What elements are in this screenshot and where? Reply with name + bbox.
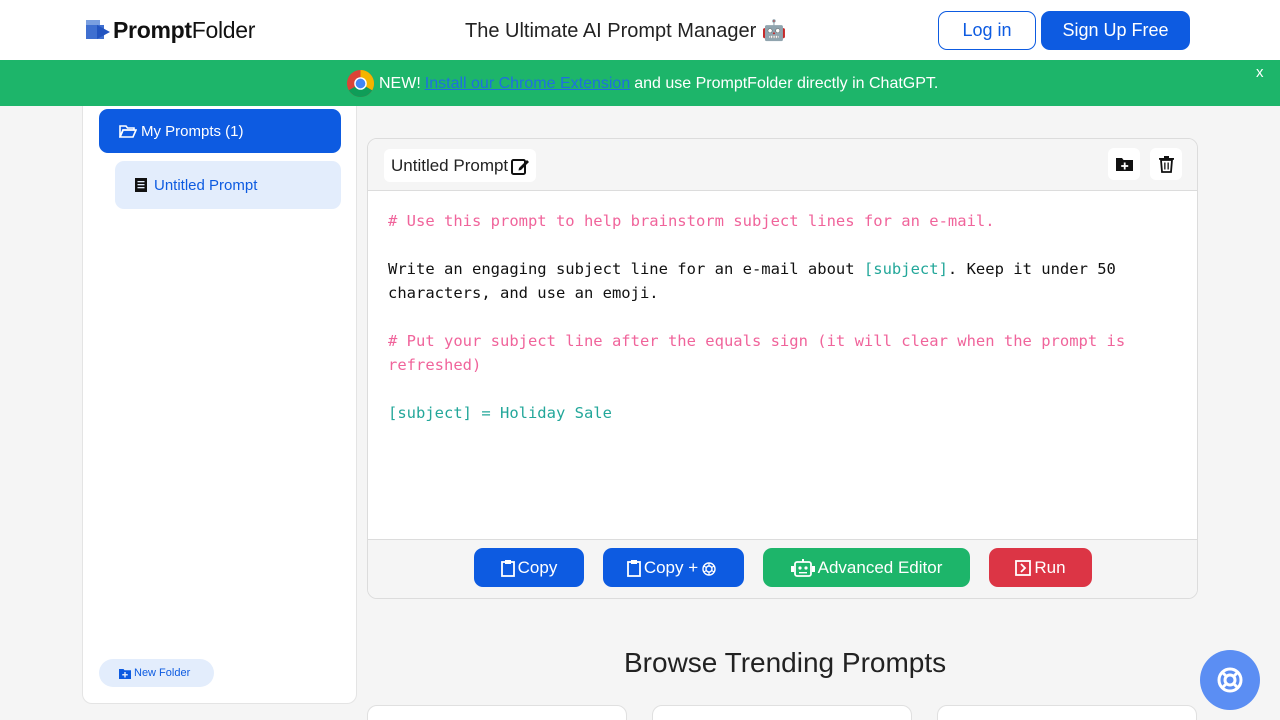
trash-icon — [1158, 156, 1174, 173]
trending-card[interactable] — [652, 705, 912, 720]
prompt-comment: # Put your subject line after the equals… — [388, 332, 1135, 374]
prompt-title-text: Untitled Prompt — [391, 155, 509, 175]
signup-button[interactable]: Sign Up Free — [1041, 11, 1190, 50]
add-to-folder-button[interactable] — [1108, 148, 1140, 180]
lifebuoy-icon — [1217, 667, 1243, 693]
sidebar: My Prompts (1) Untitled Prompt New Folde… — [82, 106, 357, 704]
tagline: The Ultimate AI Prompt Manager 🤖 — [465, 20, 787, 42]
new-folder-button[interactable]: New Folder — [99, 659, 214, 687]
code-line: Write an engaging subject line for an e-… — [388, 257, 1178, 305]
chrome-icon — [346, 69, 375, 98]
advanced-editor-label: Advanced Editor — [817, 557, 943, 577]
prompt-text: Write an engaging subject line for an e-… — [388, 260, 864, 278]
install-extension-link[interactable]: Install our Chrome Extension — [425, 75, 630, 93]
extension-banner: NEW! Install our Chrome Extension and us… — [0, 60, 1280, 106]
help-chat-button[interactable] — [1200, 650, 1260, 710]
run-icon — [1015, 559, 1032, 576]
document-icon — [135, 178, 147, 192]
code-line: [subject] = Holiday Sale — [388, 401, 1178, 425]
editor-header: Untitled Prompt — [368, 139, 1197, 191]
delete-prompt-button[interactable] — [1150, 148, 1182, 180]
trending-card[interactable] — [937, 705, 1197, 720]
copy-button[interactable]: Copy — [474, 548, 584, 587]
run-label: Run — [1034, 557, 1066, 577]
clipboard-icon — [500, 559, 515, 577]
new-folder-label: New Folder — [134, 667, 191, 679]
copy-gpt-label: Copy + — [643, 557, 699, 577]
login-button[interactable]: Log in — [938, 11, 1036, 50]
sidebar-prompt-untitled[interactable]: Untitled Prompt — [115, 161, 341, 209]
folder-my-prompts[interactable]: My Prompts (1) — [99, 109, 341, 153]
code-line: # Use this prompt to help brainstorm sub… — [388, 209, 1178, 233]
promptfolder-logo[interactable]: PromptFolder — [85, 17, 255, 43]
prompt-editor: Untitled Prompt # Use this prompt to hel… — [367, 138, 1198, 599]
openai-icon — [702, 562, 716, 576]
copy-to-chatgpt-button[interactable]: Copy + — [603, 548, 744, 587]
folder-plus-icon — [1115, 158, 1133, 171]
editor-footer: Copy Copy + Advanced Editor Run — [368, 539, 1197, 598]
folder-plus-icon — [119, 668, 131, 679]
top-header: PromptFolder The Ultimate AI Prompt Mana… — [0, 0, 1280, 60]
prompt-comment: # Use this prompt to help brainstorm sub… — [388, 212, 995, 230]
advanced-editor-button[interactable]: Advanced Editor — [763, 548, 970, 587]
folder-label: My Prompts (1) — [141, 122, 244, 140]
prompt-variable: [subject] = Holiday Sale — [388, 404, 612, 422]
clipboard-icon — [626, 559, 641, 577]
trending-card[interactable] — [367, 705, 627, 720]
robot-icon — [790, 558, 815, 577]
prompt-label: Untitled Prompt — [154, 176, 258, 194]
prompt-title[interactable]: Untitled Prompt — [384, 149, 537, 182]
edit-icon — [511, 158, 530, 175]
copy-label: Copy — [517, 557, 558, 577]
prompt-variable: [subject] — [863, 260, 948, 278]
logo-icon — [86, 20, 110, 39]
run-button[interactable]: Run — [989, 548, 1092, 587]
prompt-text-area[interactable]: # Use this prompt to help brainstorm sub… — [388, 209, 1178, 425]
banner-close-button[interactable]: x — [1256, 64, 1264, 81]
folder-open-icon — [119, 125, 137, 138]
code-line: # Put your subject line after the equals… — [388, 329, 1178, 377]
trending-heading: Browse Trending Prompts — [624, 647, 947, 678]
logo-text: PromptFolder — [113, 16, 256, 43]
banner-new-label: NEW! — [379, 74, 421, 92]
banner-text: and use PromptFolder directly in ChatGPT… — [634, 74, 939, 92]
